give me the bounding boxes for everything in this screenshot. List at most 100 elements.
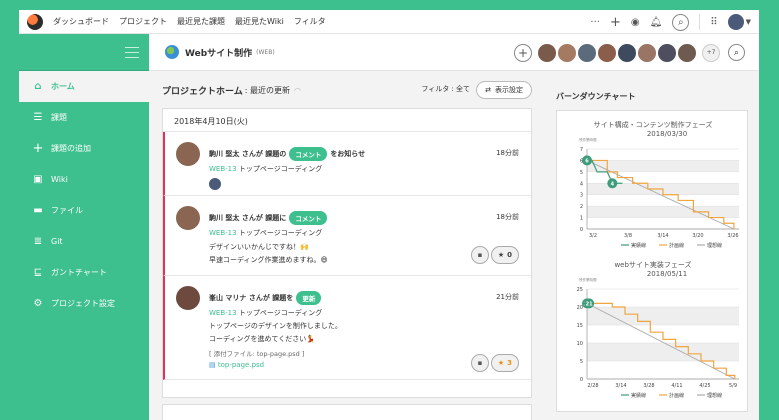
- x-tick-label: 3/20: [692, 233, 703, 239]
- sidebar-item-home[interactable]: ⌂ ホーム: [19, 71, 149, 102]
- main-heading: プロジェクトホーム : 最近の更新 ◠ フィルタ : 全て ⇄ 表示設定: [162, 78, 532, 102]
- sidebar-item-gantt[interactable]: ⊑ ガントチャート: [19, 257, 149, 288]
- member-avatar[interactable]: [538, 43, 556, 62]
- star-count: 3: [507, 359, 512, 367]
- y-tick-label: 4: [580, 181, 583, 187]
- y-tick-label: 20: [577, 305, 583, 311]
- sidebar-item-issues[interactable]: ☰ 課題: [19, 102, 149, 133]
- entry-user[interactable]: 駒川 堅太 さんが 課題に: [209, 213, 286, 223]
- issue-key[interactable]: WEB-13: [209, 165, 237, 173]
- burndown-chart-1: サイト構成・コンテンツ制作フェーズ2018/03/30 残作業時間 0 1 2 3 4 567…: [579, 120, 739, 249]
- home-icon: ⌂: [34, 81, 42, 92]
- more-icon[interactable]: ···: [590, 17, 600, 28]
- member-bar: + +7 ⌕: [514, 34, 745, 71]
- y-tick-label: 10: [577, 341, 583, 347]
- legend-label: 理想線: [707, 392, 722, 399]
- attachment-label: [ 添付ファイル: top-page.psd ]: [209, 350, 305, 358]
- member-avatar[interactable]: [558, 43, 576, 62]
- project-name[interactable]: Webサイト制作: [185, 46, 252, 59]
- avatar[interactable]: [176, 286, 200, 310]
- attachment-file[interactable]: ▤ top-page.psd: [209, 361, 264, 369]
- more-members-badge[interactable]: +7: [702, 43, 720, 62]
- star-button[interactable]: ★ 3: [490, 354, 519, 372]
- nav-icons: ··· + ◉ 🔔︎ ⌕ ⠿ ▼: [580, 10, 751, 34]
- issue-link[interactable]: WEB-13 トップページコーディング: [209, 164, 322, 174]
- sidebar-top: [19, 34, 149, 71]
- notified-user-avatar[interactable]: [209, 178, 221, 190]
- x-tick-label: 3/14: [657, 233, 668, 239]
- nav-project[interactable]: プロジェクト: [119, 16, 167, 27]
- issue-title[interactable]: トップページコーディング: [239, 165, 322, 173]
- issue-title[interactable]: トップページコーディング: [239, 309, 322, 317]
- project-key: (WEB): [256, 48, 275, 56]
- entry-header: 駒川 堅太 さんが 課題の コメント をお知らせ: [209, 147, 365, 161]
- sidebar-item-label: ガントチャート: [51, 268, 107, 277]
- entry-user[interactable]: 峯山 マリナ さんが 課題を: [209, 293, 293, 303]
- member-avatar[interactable]: [638, 43, 656, 62]
- avatar[interactable]: [176, 206, 200, 230]
- member-avatar[interactable]: [658, 43, 676, 62]
- star-button[interactable]: ★ 0: [490, 246, 519, 264]
- activity-feed: 2018年4月10日(火) 駒川 堅太 さんが 課題の コメント をお知らせ 1…: [162, 108, 532, 398]
- sidebar-item-git[interactable]: ≣ Git: [19, 226, 149, 257]
- nav-dashboard[interactable]: ダッシュボード: [53, 16, 109, 27]
- issue-key[interactable]: WEB-13: [209, 309, 237, 317]
- y-tick-label: 15: [577, 323, 583, 329]
- star-icon: ★: [497, 251, 505, 259]
- search-icon[interactable]: ⌕: [672, 13, 690, 31]
- comment-button[interactable]: ▪: [471, 246, 489, 264]
- burndown-chart-2: webサイト実装フェーズ2018/05/11 残作業時間 0 5 10 15 20 25 2/2…: [577, 260, 739, 399]
- legend-label: 実績線: [631, 392, 646, 399]
- sidebar-item-label: 課題: [51, 113, 67, 122]
- nav-recent-wiki[interactable]: 最近見たWiki: [235, 16, 284, 27]
- issue-key[interactable]: WEB-13: [209, 229, 237, 237]
- legend-label: 計画線: [669, 242, 684, 249]
- sidebar-item-add-issue[interactable]: + 課題の追加: [19, 133, 149, 164]
- add-member-button[interactable]: +: [514, 43, 532, 62]
- grid-band: [587, 307, 739, 325]
- x-tick-label: 3/8: [624, 233, 632, 239]
- nav-recent-issues[interactable]: 最近見た課題: [177, 16, 225, 27]
- member-avatar[interactable]: [678, 43, 696, 62]
- app-logo-icon[interactable]: [27, 13, 43, 30]
- rss-icon[interactable]: ◠: [294, 86, 301, 95]
- sidebar-item-files[interactable]: ▬ ファイル: [19, 195, 149, 226]
- app-window: ダッシュボード プロジェクト 最近見た課題 最近見たWiki フィルタ ··· …: [19, 10, 759, 420]
- eye-icon[interactable]: ◉: [631, 17, 640, 28]
- apps-grid-icon[interactable]: ⠿: [710, 17, 717, 28]
- avatar[interactable]: [176, 142, 200, 166]
- sidebar-item-settings[interactable]: ⚙ プロジェクト設定: [19, 288, 149, 319]
- filter-label[interactable]: フィルタ : 全て: [421, 84, 470, 94]
- display-settings-button[interactable]: ⇄ 表示設定: [476, 81, 532, 99]
- chevron-down-icon[interactable]: ▼: [746, 18, 751, 26]
- issue-title[interactable]: トップページコーディング: [239, 229, 322, 237]
- gear-icon: ⚙: [33, 298, 43, 309]
- member-avatar[interactable]: [598, 43, 616, 62]
- issue-link[interactable]: WEB-13 トップページコーディング: [209, 308, 322, 318]
- user-avatar[interactable]: [727, 14, 744, 30]
- search-icon[interactable]: ⌕: [728, 44, 745, 61]
- comment-button[interactable]: ▪: [471, 354, 489, 372]
- comment-badge: コメント: [289, 147, 328, 161]
- chart-title: webサイト実装フェーズ: [614, 260, 691, 269]
- plus-icon[interactable]: +: [610, 15, 621, 30]
- project-header: Webサイト制作 (WEB) + +7 ⌕: [149, 34, 759, 71]
- entry-user[interactable]: 駒川 堅太 さんが 課題の: [209, 149, 286, 159]
- legend-label: 計画線: [669, 392, 684, 399]
- sidebar-item-label: ホーム: [51, 82, 75, 91]
- y-tick-label: 5: [580, 359, 583, 365]
- bell-icon[interactable]: 🔔︎: [650, 17, 663, 28]
- member-avatar[interactable]: [618, 43, 636, 62]
- burndown-title: バーンダウンチャート: [556, 92, 636, 101]
- nav-links: ダッシュボード プロジェクト 最近見た課題 最近見たWiki フィルタ: [53, 16, 336, 27]
- plus-icon: +: [32, 141, 44, 156]
- sidebar-item-wiki[interactable]: ▣ Wiki: [19, 164, 149, 195]
- member-avatar[interactable]: [578, 43, 596, 62]
- y-tick-label: 5: [580, 170, 583, 176]
- legend-label: 理想線: [707, 242, 722, 249]
- hamburger-icon[interactable]: [125, 47, 139, 62]
- nav-filter[interactable]: フィルタ: [294, 16, 326, 27]
- comment-text: デザインいいかんじですね！🙌: [209, 243, 309, 251]
- issue-link[interactable]: WEB-13 トップページコーディング: [209, 228, 322, 238]
- file-name[interactable]: top-page.psd: [218, 361, 264, 369]
